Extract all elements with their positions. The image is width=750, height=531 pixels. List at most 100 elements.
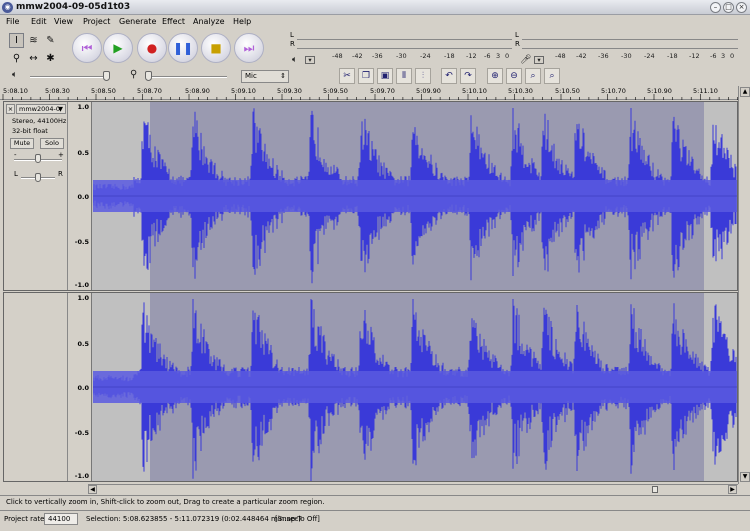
tick-label: -12: [466, 52, 477, 60]
output-volume-slider[interactable]: [30, 76, 110, 78]
chevron-down-icon[interactable]: ▾: [534, 56, 544, 64]
silence-icon[interactable]: ⫶: [415, 68, 431, 84]
app-icon[interactable]: ◉: [2, 2, 13, 13]
ruler-label: 5:10.90: [647, 87, 672, 95]
menu-generate[interactable]: Generate: [119, 17, 156, 26]
play-meter-left: [297, 31, 512, 40]
pan-thumb[interactable]: [35, 173, 41, 182]
microphone-icon: ⚲: [130, 69, 138, 80]
zoom-tool-icon[interactable]: ⚲: [9, 51, 24, 66]
pan-right-label: R: [58, 170, 63, 178]
input-volume-thumb[interactable]: [145, 71, 152, 81]
scale-label: 1.0: [77, 103, 89, 111]
project-rate-field[interactable]: 44100: [44, 513, 78, 525]
zoom-out-icon[interactable]: ⊖: [506, 68, 522, 84]
ruler-label: 5:10.50: [555, 87, 580, 95]
tick-label: 0: [505, 52, 510, 60]
project-rate-value: 44100: [48, 515, 71, 523]
track-name-menu[interactable]: mmw2004-0 ▼: [16, 104, 66, 114]
trim-icon[interactable]: ⫴: [396, 68, 412, 84]
selection-tool-icon[interactable]: I: [9, 33, 24, 48]
track-channel-left[interactable]: × mmw2004-0 ▼ Stereo, 44100Hz 32-bit flo…: [3, 101, 738, 291]
track-channel-right[interactable]: 1.0 0.5 0.0 -0.5 -1.0: [3, 292, 738, 482]
pause-button[interactable]: ❚❚: [168, 33, 198, 63]
tick-label: 3: [496, 52, 501, 60]
vertical-scrollbar[interactable]: ▲ ▼: [738, 86, 750, 484]
scale-label: 0.0: [77, 193, 89, 201]
scroll-down-icon[interactable]: ▼: [740, 472, 750, 482]
tick-label: -42: [576, 52, 587, 60]
paste-icon[interactable]: ▣: [377, 68, 393, 84]
minimize-button[interactable]: –: [710, 2, 721, 13]
scale-label: -1.0: [74, 281, 89, 289]
tick-label: -12: [689, 52, 700, 60]
status-bar: Click to vertically zoom in, Shift-click…: [0, 495, 750, 509]
project-rate-label: Project rate:: [4, 515, 47, 523]
zoom-in-icon[interactable]: ⊕: [487, 68, 503, 84]
menu-project[interactable]: Project: [83, 17, 110, 26]
pause-icon: ❚❚: [172, 41, 194, 55]
track-control-panel: [4, 293, 68, 481]
tick-label: -42: [352, 52, 363, 60]
status-hint: Click to vertically zoom in, Shift-click…: [6, 498, 325, 506]
ruler-label: 5:10.30: [508, 87, 533, 95]
scale-label: 0.5: [77, 149, 89, 157]
input-source-select[interactable]: Mic ⇕: [241, 70, 289, 83]
tick-label: -30: [396, 52, 407, 60]
ruler-label: 5:10.10: [462, 87, 487, 95]
snap-to-status[interactable]: [Snap-To Off]: [275, 515, 320, 523]
scroll-thumb[interactable]: [652, 486, 658, 493]
draw-tool-icon[interactable]: ✎: [43, 33, 58, 48]
chevron-down-icon[interactable]: ▾: [305, 56, 315, 64]
menu-edit[interactable]: Edit: [31, 17, 47, 26]
timeline-ruler[interactable]: 5:08.10 5:08.30 5:08.50 5:08.70 5:08.90 …: [0, 86, 738, 100]
record-button[interactable]: ●: [137, 33, 167, 63]
menu-analyze[interactable]: Analyze: [193, 17, 225, 26]
mute-button[interactable]: Mute: [10, 138, 34, 149]
fit-selection-icon[interactable]: ⌕: [525, 68, 541, 84]
updown-icon: ⇕: [280, 72, 286, 80]
output-volume-thumb[interactable]: [103, 71, 110, 81]
microphone-icon[interactable]: 🎤︎: [520, 55, 531, 65]
waveform-right[interactable]: [93, 293, 737, 481]
maximize-button[interactable]: □: [723, 2, 734, 13]
envelope-tool-icon[interactable]: ≋: [26, 33, 41, 48]
menu-help[interactable]: Help: [233, 17, 251, 26]
vertical-ruler[interactable]: 1.0 0.5 0.0 -0.5 -1.0: [68, 293, 92, 481]
menu-view[interactable]: View: [54, 17, 73, 26]
close-track-button[interactable]: ×: [6, 104, 15, 114]
scroll-up-icon[interactable]: ▲: [740, 87, 750, 97]
menu-file[interactable]: File: [6, 17, 19, 26]
timeshift-tool-icon[interactable]: ↔: [26, 51, 41, 66]
play-button[interactable]: ▶: [103, 33, 133, 63]
fit-project-icon[interactable]: ⌕: [544, 68, 560, 84]
skip-end-button[interactable]: ⏭: [234, 33, 264, 63]
tick-label: -30: [621, 52, 632, 60]
ruler-label: 5:08.10: [3, 87, 28, 95]
selection-bar: Project rate: 44100 Selection: 5:08.6238…: [0, 510, 750, 531]
scroll-right-icon[interactable]: ▶: [728, 485, 737, 494]
skip-start-button[interactable]: ⏮: [72, 33, 102, 63]
tick-label: -6: [484, 52, 491, 60]
cut-icon[interactable]: ✂: [339, 68, 355, 84]
redo-icon[interactable]: ↷: [460, 68, 476, 84]
gain-thumb[interactable]: [35, 154, 41, 163]
tick-label: -48: [332, 52, 343, 60]
scale-label: 0.5: [77, 340, 89, 348]
undo-icon[interactable]: ↶: [441, 68, 457, 84]
copy-icon[interactable]: ❐: [358, 68, 374, 84]
stop-button[interactable]: ■: [201, 33, 231, 63]
close-button[interactable]: ×: [736, 2, 747, 13]
scroll-left-icon[interactable]: ◀: [88, 485, 97, 494]
input-volume-slider[interactable]: [145, 76, 227, 78]
horizontal-scrollbar[interactable]: ◀ ▶: [88, 484, 738, 494]
multi-tool-icon[interactable]: ✱: [43, 51, 58, 66]
solo-button[interactable]: Solo: [40, 138, 64, 149]
speaker-icon[interactable]: 🔈︎: [292, 55, 297, 65]
waveform-left[interactable]: [93, 102, 737, 290]
rec-meter-right: [522, 40, 738, 49]
ruler-label: 5:08.50: [91, 87, 116, 95]
vertical-ruler[interactable]: 1.0 0.5 0.0 -0.5 -1.0: [68, 102, 92, 290]
menu-effect[interactable]: Effect: [162, 17, 185, 26]
pan-left-label: L: [14, 170, 18, 178]
